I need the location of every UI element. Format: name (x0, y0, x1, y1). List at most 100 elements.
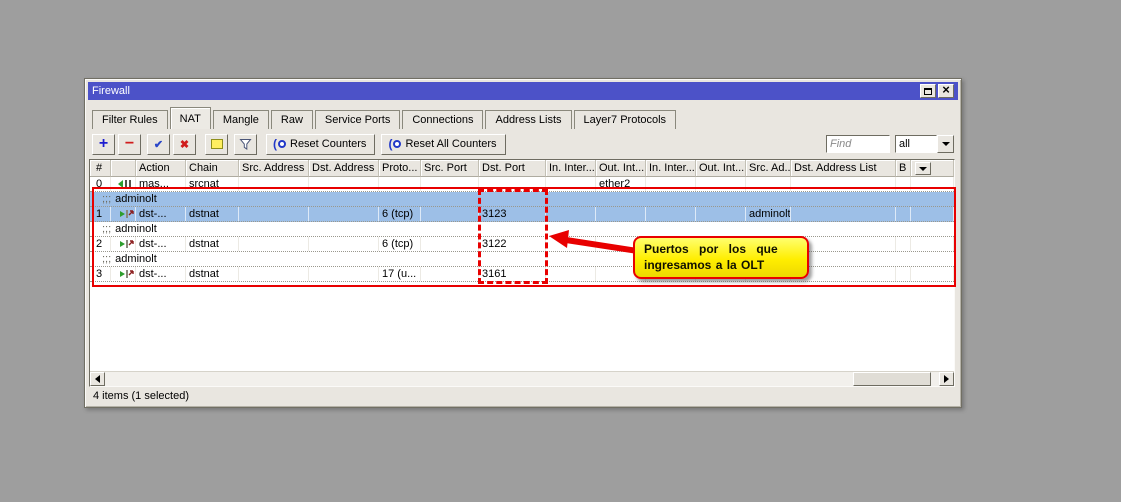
rule-action: dst-... (136, 207, 186, 221)
scroll-right-button[interactable] (939, 372, 954, 386)
arrow-left-icon (95, 375, 100, 383)
col-header-src-address-list[interactable]: Src. Ad... (746, 160, 791, 177)
col-header-dst-address[interactable]: Dst. Address (309, 160, 379, 177)
comment-prefix: ;;; (102, 253, 111, 265)
table-row-comment[interactable]: ;;; adminolt (90, 192, 954, 207)
add-rule-button[interactable]: + (92, 134, 115, 155)
comment-text: adminolt (115, 193, 157, 205)
arrow-right-icon (944, 375, 949, 383)
toolbar: + − ✔ ✖ ( Reset Counters ( Reset All Cou… (88, 129, 958, 159)
find-input[interactable] (826, 135, 890, 153)
tab-raw[interactable]: Raw (271, 110, 313, 129)
tab-filter-rules[interactable]: Filter Rules (92, 110, 168, 129)
comment-prefix: ;;; (102, 193, 111, 205)
tab-mangle[interactable]: Mangle (213, 110, 269, 129)
maximize-button[interactable] (920, 84, 936, 98)
col-header-out-interface[interactable]: Out. Int... (596, 160, 646, 177)
comment-button[interactable] (205, 134, 228, 155)
reset-counters-label: Reset Counters (290, 138, 366, 150)
rule-number: 1 (90, 207, 111, 221)
comment-prefix: ;;; (102, 223, 111, 235)
rule-number: 2 (90, 237, 111, 251)
desktop: Firewall Filter Rules NAT Mangle Raw Ser… (0, 0, 1121, 502)
horizontal-scrollbar[interactable] (90, 371, 954, 386)
dst-nat-icon (118, 269, 134, 279)
rule-src-address-list: adminolt (746, 207, 791, 221)
tab-connections[interactable]: Connections (402, 110, 483, 129)
maximize-icon (924, 88, 932, 95)
reset-all-counters-button[interactable]: ( Reset All Counters (381, 134, 505, 155)
col-header-out-interface-list[interactable]: Out. Int... (696, 160, 746, 177)
callout-text-line1: Puertos por los que (644, 241, 798, 257)
rule-chain: dstnat (186, 267, 239, 281)
column-options-button[interactable] (915, 162, 931, 175)
remove-rule-button[interactable]: − (118, 134, 141, 155)
tab-service-ports[interactable]: Service Ports (315, 110, 400, 129)
window-title: Firewall (92, 82, 918, 100)
rule-action: dst-... (136, 237, 186, 251)
col-header-filler (911, 160, 954, 177)
rule-chain: dstnat (186, 207, 239, 221)
table-row-rule-0[interactable]: 0 mas... srcnat ether2 (90, 177, 954, 192)
status-bar: 4 items (1 selected) (88, 387, 958, 404)
rule-out-interface: ether2 (596, 177, 646, 191)
nat-rules-table: # Action Chain Src. Address Dst. Address… (89, 159, 955, 387)
comment-text: adminolt (115, 223, 157, 235)
col-header-number[interactable]: # (90, 160, 111, 177)
comment-note-icon (211, 139, 223, 149)
callout-text-line2: ingresamos a la OLT (644, 257, 798, 273)
rule-chain: dstnat (186, 237, 239, 251)
col-header-bytes[interactable]: B (896, 160, 911, 177)
enable-rule-button[interactable]: ✔ (147, 134, 170, 155)
tab-nat[interactable]: NAT (170, 107, 211, 129)
dropdown-icon (919, 167, 927, 171)
rule-dst-port: 3161 (479, 267, 546, 281)
col-header-dst-address-list[interactable]: Dst. Address List (791, 160, 896, 177)
dst-nat-icon (118, 239, 134, 249)
rule-protocol: 6 (tcp) (379, 207, 421, 221)
filter-button[interactable] (234, 134, 257, 155)
scrollbar-thumb[interactable] (853, 372, 931, 386)
col-header-chain[interactable]: Chain (186, 160, 239, 177)
minus-icon: − (125, 137, 134, 151)
filter-scope-dropdown-button[interactable] (937, 135, 954, 153)
firewall-window: Firewall Filter Rules NAT Mangle Raw Ser… (84, 78, 962, 408)
rule-number: 0 (90, 177, 111, 191)
funnel-icon (239, 138, 252, 151)
table-header: # Action Chain Src. Address Dst. Address… (90, 160, 954, 177)
titlebar[interactable]: Firewall (88, 82, 958, 100)
col-header-protocol[interactable]: Proto... (379, 160, 421, 177)
table-row-comment[interactable]: ;;; adminolt (90, 252, 954, 267)
reset-all-counters-icon: ( (388, 137, 401, 151)
col-header-action[interactable]: Action (136, 160, 186, 177)
rule-dst-port: 3122 (479, 237, 546, 251)
rule-action: dst-... (136, 267, 186, 281)
col-header-src-port[interactable]: Src. Port (421, 160, 479, 177)
tab-address-lists[interactable]: Address Lists (485, 110, 571, 129)
col-header-src-address[interactable]: Src. Address (239, 160, 309, 177)
rule-protocol: 17 (u... (379, 267, 421, 281)
col-header-dst-port[interactable]: Dst. Port (479, 160, 546, 177)
close-icon (942, 82, 950, 100)
table-row-comment[interactable]: ;;; adminolt (90, 222, 954, 237)
rule-protocol: 6 (tcp) (379, 237, 421, 251)
table-row-rule-3[interactable]: 3 dst-... dstnat 17 (u... 3161 (90, 267, 954, 282)
col-header-in-interface-list[interactable]: In. Inter... (646, 160, 696, 177)
rule-action: mas... (136, 177, 186, 191)
tab-layer7-protocols[interactable]: Layer7 Protocols (574, 110, 677, 129)
masquerade-icon (118, 179, 134, 189)
disable-rule-button[interactable]: ✖ (173, 134, 196, 155)
table-row-rule-2[interactable]: 2 dst-... dstnat 6 (tcp) 3122 (90, 237, 954, 252)
scroll-left-button[interactable] (90, 372, 105, 386)
rule-dst-port: 3123 (479, 207, 546, 221)
comment-text: adminolt (115, 253, 157, 265)
col-header-in-interface[interactable]: In. Inter... (546, 160, 596, 177)
tabstrip: Filter Rules NAT Mangle Raw Service Port… (88, 100, 958, 129)
table-row-rule-1[interactable]: 1 dst-... dstnat 6 (tcp) 3123 adminolt (90, 207, 954, 222)
reset-counters-icon: ( (273, 137, 286, 151)
filter-scope-combobox[interactable]: all (895, 135, 937, 153)
close-button[interactable] (938, 84, 954, 98)
reset-counters-button[interactable]: ( Reset Counters (266, 134, 375, 155)
col-header-icon[interactable] (111, 160, 136, 177)
cross-icon: ✖ (180, 138, 189, 151)
